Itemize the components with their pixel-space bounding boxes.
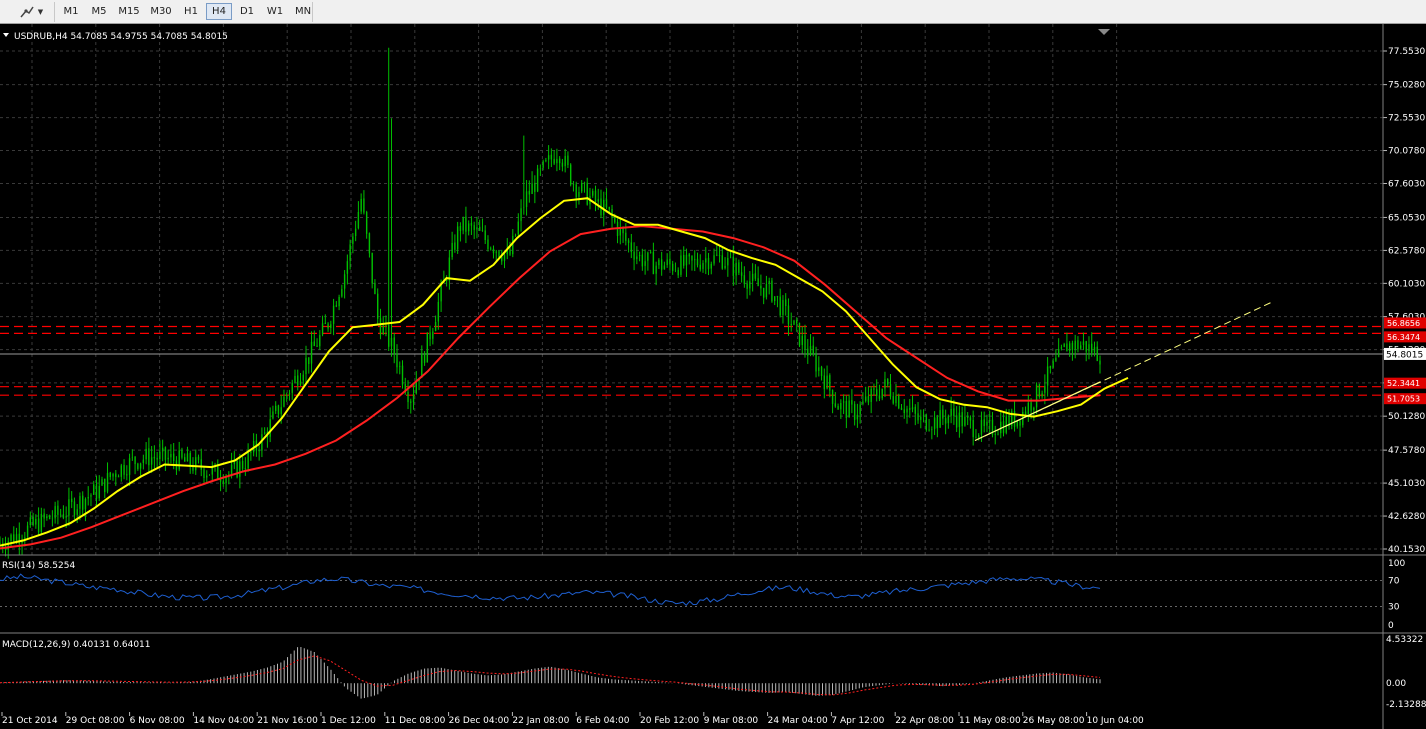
macd-tick-label: 4.53322 — [1386, 635, 1423, 645]
chart-window[interactable]: 77.5530 75.0280 72.5530 70.0780 67.6030 65.05… — [0, 24, 1426, 729]
level-price-label: 52.3441 — [1387, 379, 1420, 388]
price-tick-label: 47.5780 — [1388, 446, 1425, 456]
time-tick-label: 11 Dec 08:00 — [385, 716, 446, 726]
macd-title: MACD(12,26,9) 0.40131 0.64011 — [2, 640, 151, 650]
rsi-title: RSI(14) 58.5254 — [2, 561, 75, 571]
time-tick-label: 14 Nov 04:00 — [193, 716, 254, 726]
time-tick-label: 11 May 08:00 — [959, 716, 1021, 726]
level-price-label: 56.3474 — [1387, 333, 1420, 342]
time-tick-label: 7 Apr 12:00 — [831, 716, 884, 726]
price-tick-label: 70.0780 — [1388, 147, 1425, 157]
timeframe-m1-button[interactable]: M1 — [58, 3, 84, 20]
current-price-label: 54.8015 — [1386, 350, 1423, 360]
timeframe-h1-button[interactable]: H1 — [178, 3, 204, 20]
time-tick-label: 21 Oct 2014 — [2, 716, 58, 726]
price-tick-label: 77.5530 — [1388, 47, 1425, 57]
price-tick-label: 45.1030 — [1388, 479, 1425, 489]
time-tick-label: 24 Mar 04:00 — [768, 716, 828, 726]
rsi-tick-label: 30 — [1388, 603, 1400, 613]
price-tick-label: 75.0280 — [1388, 81, 1425, 91]
toolbar-separator — [312, 2, 313, 22]
time-tick-label: 1 Dec 12:00 — [321, 716, 376, 726]
chevron-down-icon: ▼ — [37, 7, 44, 16]
macd-tick-label: 0.00 — [1386, 679, 1406, 689]
time-tick-label: 22 Jan 08:00 — [512, 716, 569, 726]
level-price-label: 56.8656 — [1387, 319, 1420, 328]
price-tick-label: 40.1530 — [1388, 545, 1425, 555]
time-tick-label: 6 Nov 08:00 — [130, 716, 185, 726]
time-tick-label: 10 Jun 04:00 — [1087, 716, 1144, 726]
time-tick-label: 6 Feb 04:00 — [576, 716, 630, 726]
timeframe-m5-button[interactable]: M5 — [86, 3, 112, 20]
toolbar-separator — [54, 2, 55, 22]
timeframe-w1-button[interactable]: W1 — [262, 3, 288, 20]
macd-tick-label: -2.13288 — [1386, 700, 1426, 710]
time-tick-label: 9 Mar 08:00 — [704, 716, 759, 726]
chart-title: USDRUB,H4 54.7085 54.9755 54.7085 54.801… — [14, 32, 228, 42]
timeframe-d1-button[interactable]: D1 — [234, 3, 260, 20]
time-tick-label: 22 Apr 08:00 — [895, 716, 954, 726]
time-tick-label: 21 Nov 16:00 — [257, 716, 318, 726]
time-tick-label: 26 Dec 04:00 — [449, 716, 510, 726]
timeframe-m15-button[interactable]: M15 — [114, 3, 144, 20]
time-tick-label: 29 Oct 08:00 — [66, 716, 125, 726]
timeframe-toolbar: ▼ M1 M5 M15 M30 H1 H4 D1 W1 MN — [0, 0, 1426, 24]
level-price-label: 51.7053 — [1387, 395, 1420, 404]
rsi-tick-label: 70 — [1388, 577, 1400, 587]
line-tool-icon — [20, 6, 34, 17]
price-tick-label: 67.6030 — [1388, 179, 1425, 189]
price-tick-label: 42.6280 — [1388, 512, 1425, 522]
price-tick-label: 62.5780 — [1388, 246, 1425, 256]
price-tick-label: 60.1030 — [1388, 279, 1425, 289]
time-tick-label: 26 May 08:00 — [1023, 716, 1085, 726]
price-tick-label: 72.5530 — [1388, 114, 1425, 124]
line-tool-button[interactable]: ▼ — [14, 3, 48, 20]
price-tick-label: 65.0530 — [1388, 213, 1425, 223]
timeframe-h4-button[interactable]: H4 — [206, 3, 232, 20]
time-tick-label: 20 Feb 12:00 — [640, 716, 699, 726]
rsi-tick-label: 100 — [1388, 559, 1405, 569]
price-tick-label: 50.1280 — [1388, 412, 1425, 422]
timeframe-m30-button[interactable]: M30 — [146, 3, 176, 20]
rsi-tick-label: 0 — [1388, 621, 1394, 631]
